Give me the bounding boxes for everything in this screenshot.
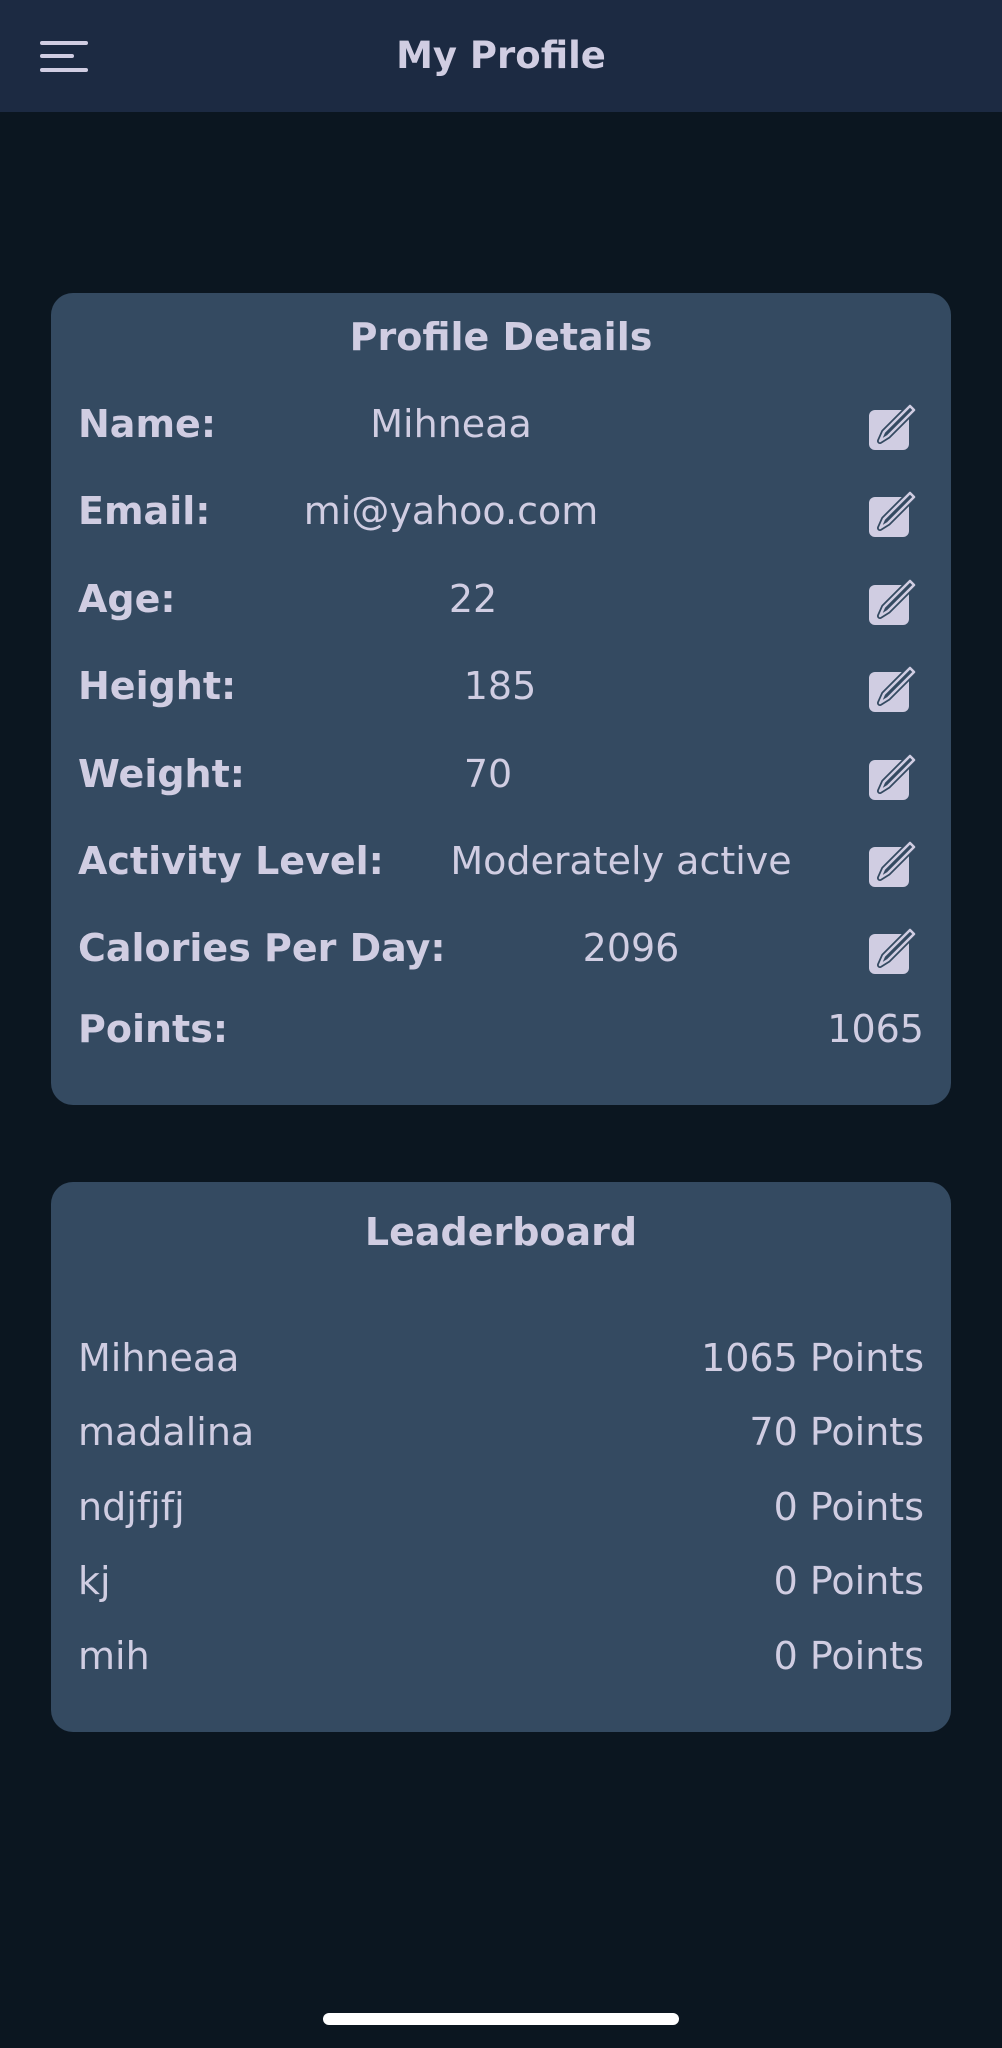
edit-icon: [869, 490, 917, 537]
leaderboard-title: Leaderboard: [364, 1210, 638, 1254]
email-value: mi@yahoo.com: [303, 489, 599, 533]
leaderboard-points: 1065 Points: [701, 1336, 924, 1380]
profile-details-card: Profile Details Name: Mihneaa Email: mi@…: [51, 293, 951, 1105]
profile-row-weight: Weight: 70: [51, 744, 951, 804]
calories-label: Calories Per Day:: [78, 926, 446, 970]
profile-row-calories: Calories Per Day: 2096: [51, 918, 951, 978]
edit-weight-button[interactable]: [866, 749, 920, 803]
profile-row-email: Email: mi@yahoo.com: [51, 481, 951, 541]
leaderboard-row: Mihneaa 1065 Points: [51, 1328, 951, 1388]
edit-activity-level-button[interactable]: [866, 836, 920, 890]
profile-row-points: Points: 1065: [51, 999, 951, 1059]
leaderboard-row: kj 0 Points: [51, 1551, 951, 1611]
leaderboard-username: kj: [78, 1559, 111, 1603]
leaderboard-username: Mihneaa: [78, 1336, 240, 1380]
edit-name-button[interactable]: [866, 399, 920, 453]
age-value: 22: [448, 577, 498, 621]
profile-row-age: Age: 22: [51, 569, 951, 629]
leaderboard-row: madalina 70 Points: [51, 1402, 951, 1462]
leaderboard-card: Leaderboard Mihneaa 1065 Points madalina…: [51, 1182, 951, 1732]
calories-value: 2096: [582, 926, 680, 970]
home-indicator[interactable]: [323, 2013, 679, 2025]
leaderboard-row: mih 0 Points: [51, 1626, 951, 1686]
edit-calories-button[interactable]: [866, 923, 920, 977]
leaderboard-points: 70 Points: [749, 1410, 924, 1454]
edit-age-button[interactable]: [866, 574, 920, 628]
profile-row-height: Height: 185: [51, 656, 951, 716]
height-label: Height:: [78, 664, 237, 708]
page-title: My Profile: [396, 34, 606, 77]
profile-details-title: Profile Details: [349, 315, 653, 359]
profile-row-name: Name: Mihneaa: [51, 394, 951, 454]
edit-icon: [869, 753, 917, 800]
top-app-bar: My Profile: [0, 0, 1002, 112]
edit-icon: [869, 840, 917, 887]
leaderboard-points: 0 Points: [773, 1634, 924, 1678]
edit-icon: [869, 927, 917, 974]
edit-icon: [869, 665, 917, 712]
leaderboard-points: 0 Points: [773, 1485, 924, 1529]
leaderboard-row: ndjfjfj 0 Points: [51, 1477, 951, 1537]
leaderboard-points: 0 Points: [773, 1559, 924, 1603]
height-value: 185: [463, 664, 537, 708]
edit-height-button[interactable]: [866, 661, 920, 715]
weight-label: Weight:: [78, 752, 245, 796]
points-label: Points:: [78, 1007, 229, 1051]
weight-value: 70: [463, 752, 513, 796]
leaderboard-username: madalina: [78, 1410, 255, 1454]
edit-email-button[interactable]: [866, 486, 920, 540]
leaderboard-username: ndjfjfj: [78, 1485, 185, 1529]
email-label: Email:: [78, 489, 211, 533]
edit-icon: [869, 403, 917, 450]
activity-level-label: Activity Level:: [78, 839, 384, 883]
points-value: 1065: [827, 1007, 924, 1051]
name-label: Name:: [78, 402, 217, 446]
profile-row-activity-level: Activity Level: Moderately active: [51, 831, 951, 891]
edit-icon: [869, 578, 917, 625]
activity-level-value: Moderately active: [450, 839, 792, 883]
leaderboard-username: mih: [78, 1634, 150, 1678]
name-value: Mihneaa: [370, 402, 532, 446]
age-label: Age:: [78, 577, 176, 621]
